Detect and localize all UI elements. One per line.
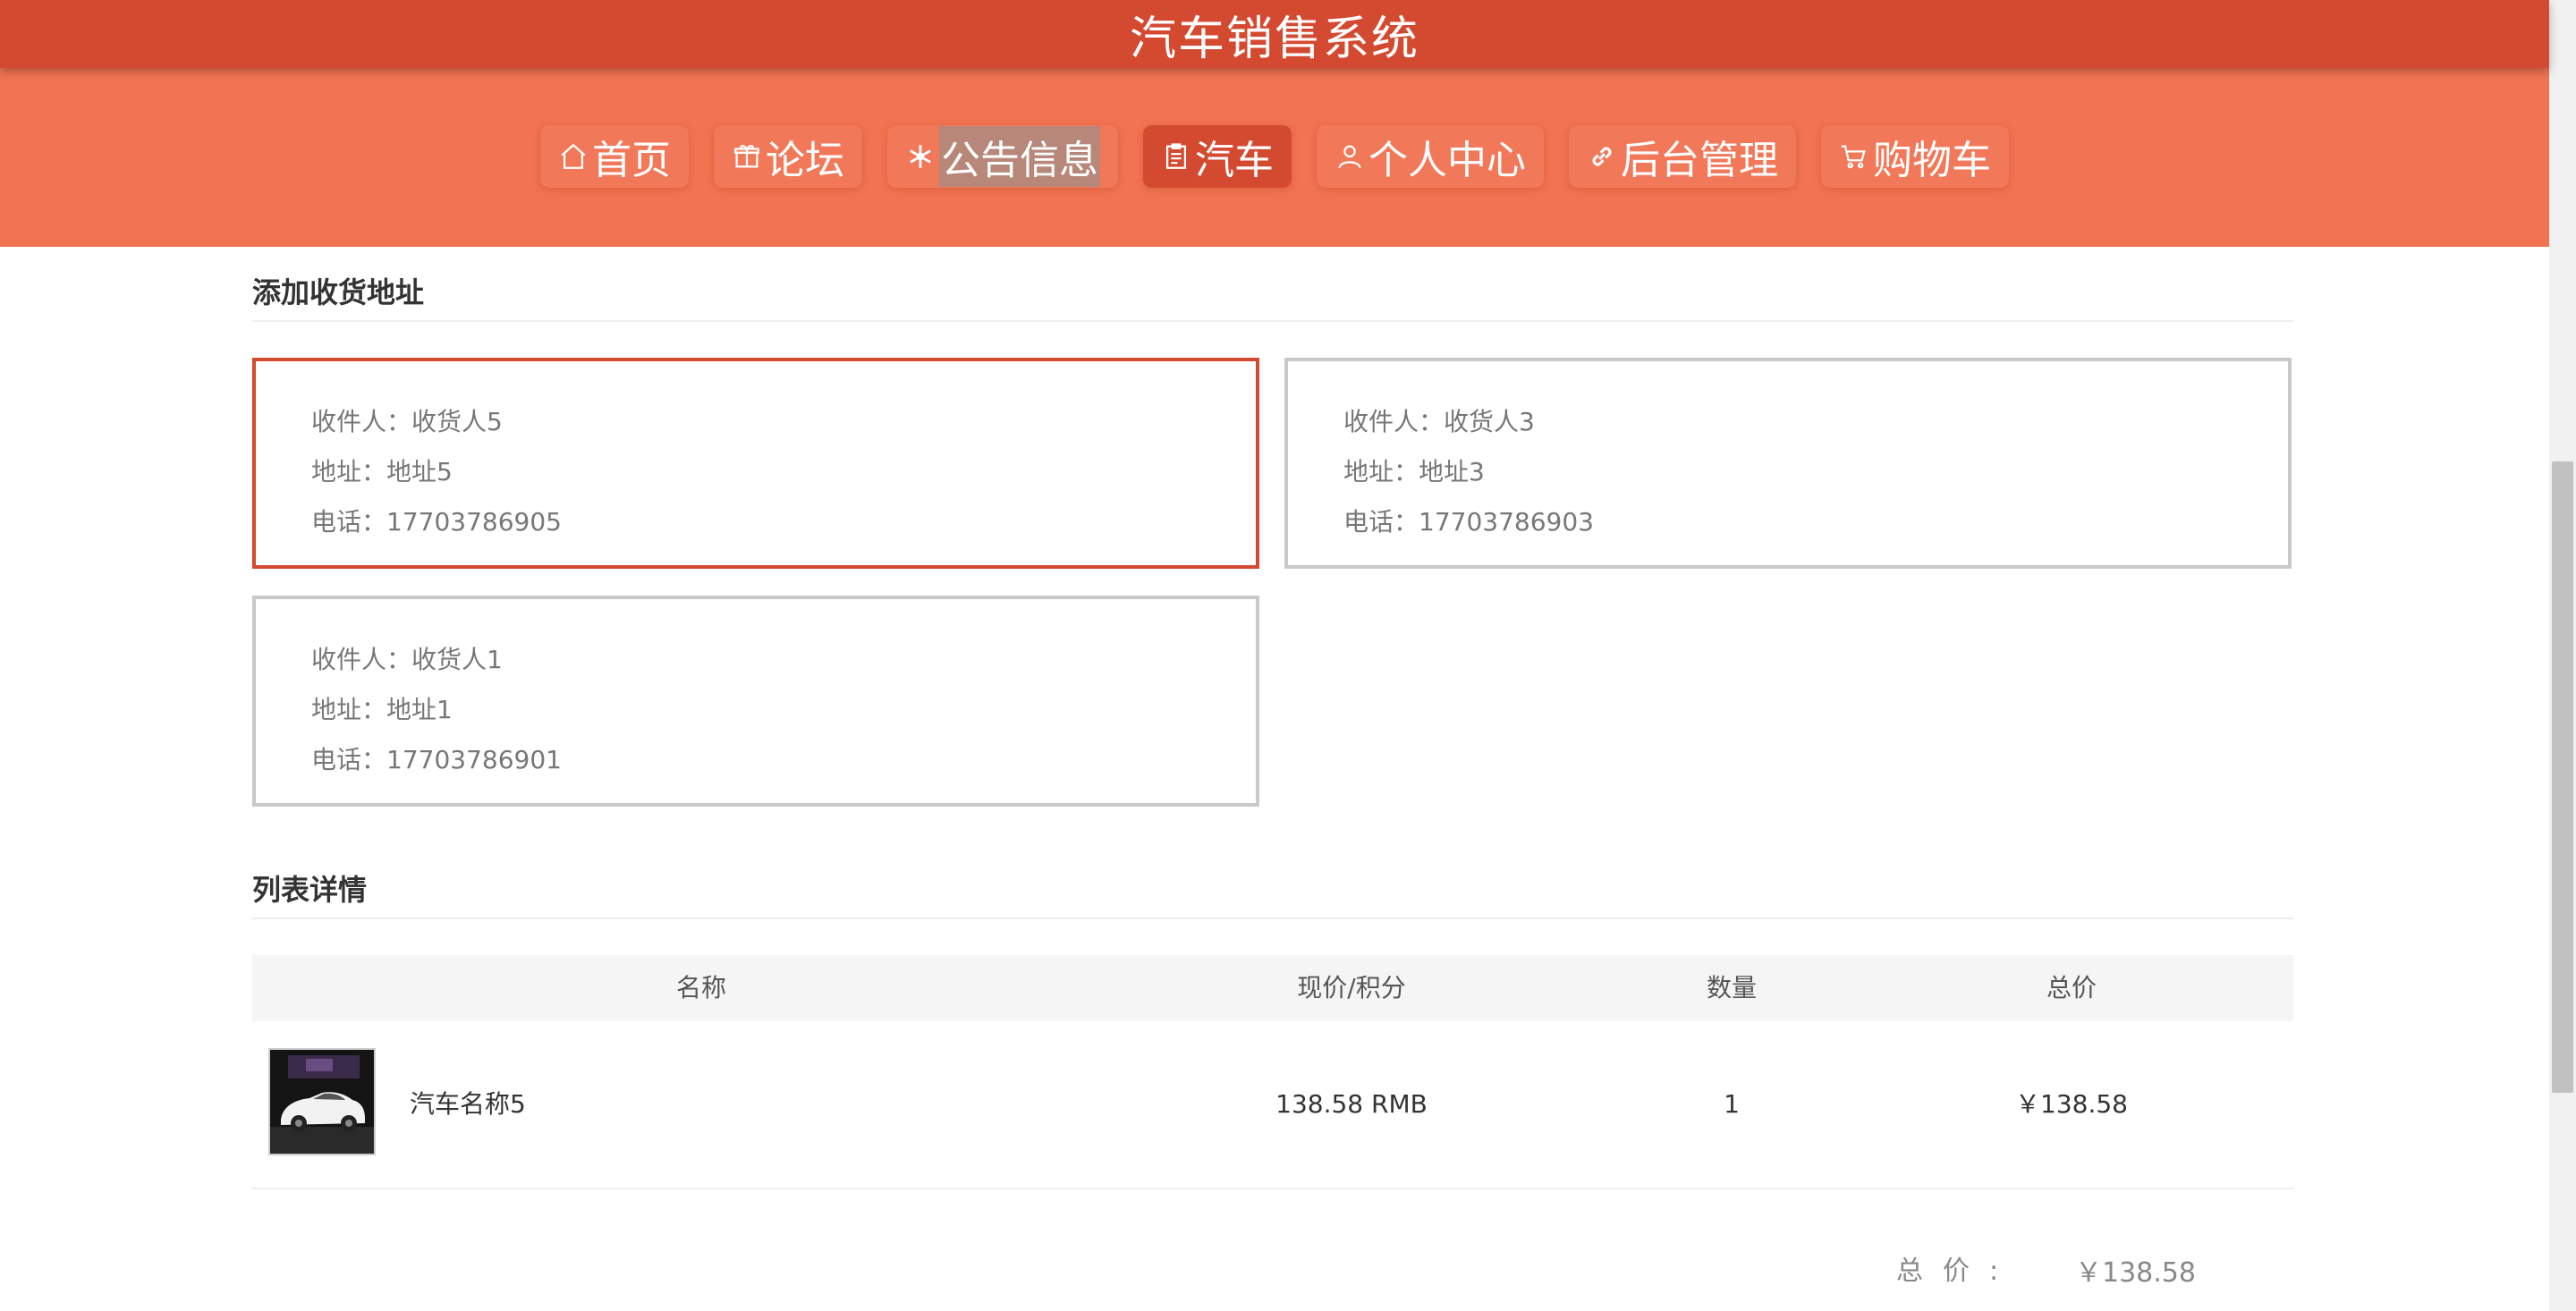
nav-band: 首页 论坛 公告信息 汽车 个人中心 后台管理 购物车 (0, 68, 2549, 247)
address-location: 地址：地址1 (311, 695, 453, 724)
address-phone: 电话：17703786905 (311, 507, 562, 537)
address-location: 地址：地址3 (1343, 457, 1485, 486)
product-total: ￥138.58 (2015, 1089, 2128, 1119)
scrollbar-thumb[interactable] (2552, 461, 2573, 1093)
link-icon (1592, 147, 1612, 166)
nav-label: 公告信息 (939, 126, 1100, 187)
nav-label: 购物车 (1873, 138, 1991, 183)
address-location: 地址：地址5 (311, 457, 453, 486)
list-section-title: 列表详情 (252, 873, 368, 907)
scrollbar-track[interactable] (2549, 0, 2576, 1311)
nav-label: 汽车 (1195, 138, 1274, 183)
nav-item-cars[interactable]: 汽车 (1143, 125, 1292, 188)
nav-label: 首页 (592, 138, 671, 183)
home-icon (561, 143, 586, 169)
address-section-title: 添加收货地址 (252, 275, 425, 309)
total-value: ￥138.58 (2075, 1257, 2196, 1289)
address-recipient: 收件人：收货人5 (311, 407, 503, 436)
nav-item-cart[interactable]: 购物车 (1821, 125, 2009, 188)
clipboard-icon (1165, 143, 1187, 169)
nav-label: 个人中心 (1368, 138, 1526, 183)
address-recipient: 收件人：收货人3 (1343, 407, 1535, 436)
user-icon (1338, 145, 1361, 169)
section-divider (252, 320, 2293, 322)
table-header: 名称 现价/积分 数量 总价 (252, 955, 2293, 1021)
column-header-total: 总价 (2046, 973, 2097, 1002)
nav-item-admin[interactable]: 后台管理 (1569, 125, 1796, 188)
column-header-qty: 数量 (1706, 973, 1757, 1002)
address-recipient: 收件人：收货人1 (311, 645, 503, 674)
app-title: 汽车销售系统 (1129, 12, 1419, 66)
product-name[interactable]: 汽车名称5 (410, 1084, 526, 1125)
address-phone: 电话：17703786903 (1343, 507, 1594, 537)
snowflake-icon (910, 145, 931, 168)
nav-item-forum[interactable]: 论坛 (714, 125, 862, 188)
car-thumbnail[interactable] (268, 1048, 376, 1155)
main-nav: 首页 论坛 公告信息 汽车 个人中心 后台管理 购物车 (0, 125, 2549, 188)
nav-item-notice[interactable]: 公告信息 (887, 125, 1118, 188)
column-header-price: 现价/积分 (1297, 973, 1406, 1002)
cart-icon (1841, 145, 1866, 169)
app-header: 汽车销售系统 (0, 0, 2549, 68)
address-card[interactable]: 收件人：收货人1 地址：地址1 电话：17703786901 (252, 596, 1259, 807)
nav-label: 论坛 (766, 138, 844, 183)
gift-icon (734, 145, 759, 168)
nav-item-profile[interactable]: 个人中心 (1317, 125, 1544, 188)
total-label: 总价: (1896, 1256, 2019, 1287)
section-divider (252, 918, 2293, 919)
address-card[interactable]: 收件人：收货人3 地址：地址3 电话：17703786903 (1284, 358, 2292, 569)
product-price: 138.58 RMB (1275, 1089, 1428, 1119)
nav-label: 后台管理 (1621, 138, 1778, 183)
car-image (270, 1050, 374, 1154)
table-row: 汽车名称5 138.58 RMB 1 ￥138.58 (252, 1021, 2293, 1189)
address-phone: 电话：17703786901 (311, 745, 562, 774)
address-card-selected[interactable]: 收件人：收货人5 地址：地址5 电话：17703786905 (252, 358, 1259, 569)
nav-item-home[interactable]: 首页 (540, 125, 689, 188)
column-header-name: 名称 (675, 973, 726, 1002)
product-qty: 1 (1724, 1089, 1740, 1119)
